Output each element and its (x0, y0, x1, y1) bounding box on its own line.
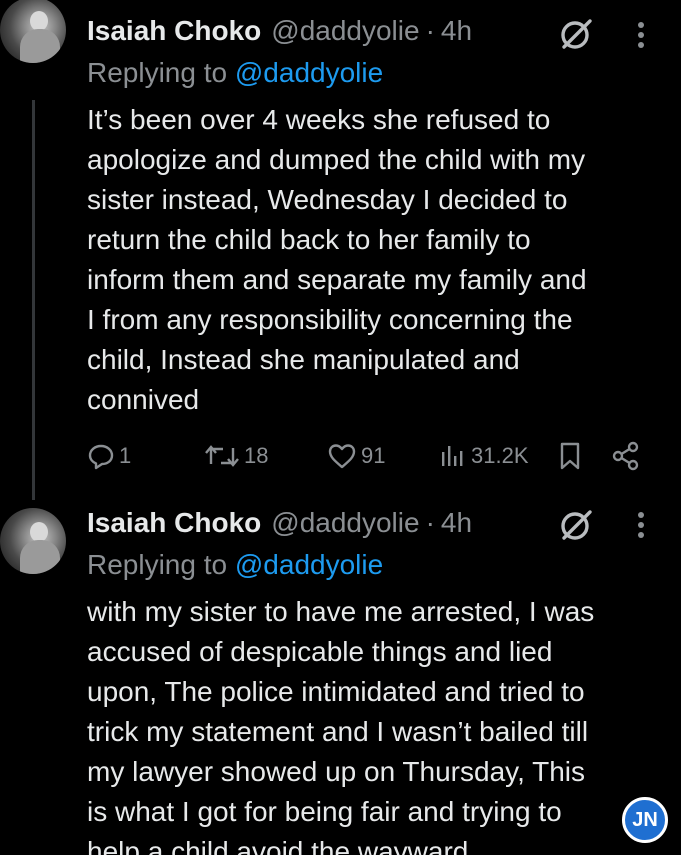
text-line: help a child avoid the wayward (87, 836, 469, 855)
tweet-header: Isaiah Choko @daddyolie · 4h (87, 505, 472, 541)
tweet-thread: Isaiah Choko @daddyolie · 4h Replying to… (0, 0, 681, 855)
more-icon[interactable] (636, 20, 646, 50)
author-name[interactable]: Isaiah Choko (87, 507, 261, 539)
action-bar: 1 18 91 31.2K (87, 436, 657, 476)
text-line: return the child back to her family to (87, 224, 531, 255)
tweet[interactable]: Isaiah Choko @daddyolie · 4h Replying to… (0, 0, 681, 490)
text-line: trick my statement and I wasn’t bailed t… (87, 716, 589, 747)
text-line: connived (87, 384, 200, 415)
like-count: 91 (361, 443, 386, 468)
text-line: I from any responsibility concerning the (87, 304, 573, 335)
watermark-logo: JN (622, 797, 668, 843)
author-handle[interactable]: @daddyolie (271, 15, 419, 47)
repost-button[interactable]: 18 (204, 436, 268, 476)
share-icon (612, 441, 639, 471)
view-count: 31.2K (471, 443, 529, 468)
mention-link[interactable]: @daddyolie (235, 549, 383, 580)
text-line: inform them and separate my family and (87, 264, 587, 295)
replying-prefix: Replying to (87, 57, 228, 88)
separator-dot: · (425, 507, 435, 538)
replying-to: Replying to @daddyolie (87, 57, 383, 89)
grok-icon[interactable] (559, 508, 593, 542)
like-button[interactable]: 91 (327, 436, 385, 476)
text-line: child, Instead she manipulated and (87, 344, 520, 375)
views-button[interactable]: 31.2K (439, 436, 529, 476)
text-line: is what I got for being fair and trying … (87, 796, 562, 827)
heart-icon (328, 444, 356, 469)
more-icon[interactable] (636, 510, 646, 540)
replying-prefix: Replying to (87, 549, 228, 580)
text-line: apologize and dumped the child with my (87, 144, 586, 175)
views-icon (442, 446, 463, 466)
tweet-text: It’s been over 4 weeks she refused to ap… (87, 100, 672, 420)
reply-count: 1 (119, 443, 132, 468)
grok-icon[interactable] (559, 17, 593, 51)
bookmark-icon (560, 442, 580, 470)
timestamp[interactable]: 4h (441, 507, 472, 539)
bookmark-button[interactable] (557, 436, 583, 476)
share-button[interactable] (611, 436, 641, 476)
avatar[interactable] (0, 0, 66, 63)
author-name[interactable]: Isaiah Choko (87, 15, 261, 47)
avatar[interactable] (0, 508, 66, 574)
text-line: It’s been over 4 weeks she refused to (87, 104, 551, 135)
reply-button[interactable]: 1 (87, 436, 131, 476)
author-handle[interactable]: @daddyolie (271, 507, 419, 539)
separator-dot: · (425, 15, 435, 46)
text-line: sister instead, Wednesday I decided to (87, 184, 568, 215)
tweet-header: Isaiah Choko @daddyolie · 4h (87, 13, 472, 49)
text-line: upon, The police intimidated and tried t… (87, 676, 585, 707)
text-line: accused of despicable things and lied (87, 636, 553, 667)
replying-to: Replying to @daddyolie (87, 549, 383, 581)
tweet-text: with my sister to have me arrested, I wa… (87, 592, 672, 855)
repost-count: 18 (244, 443, 269, 468)
text-line: with my sister to have me arrested, I wa… (87, 596, 595, 627)
repost-icon (205, 445, 239, 467)
tweet[interactable]: Isaiah Choko @daddyolie · 4h Replying to… (0, 490, 681, 855)
timestamp[interactable]: 4h (441, 15, 472, 47)
text-line: my lawyer showed up on Thursday, This (87, 756, 586, 787)
mention-link[interactable]: @daddyolie (235, 57, 383, 88)
reply-icon (88, 444, 114, 470)
